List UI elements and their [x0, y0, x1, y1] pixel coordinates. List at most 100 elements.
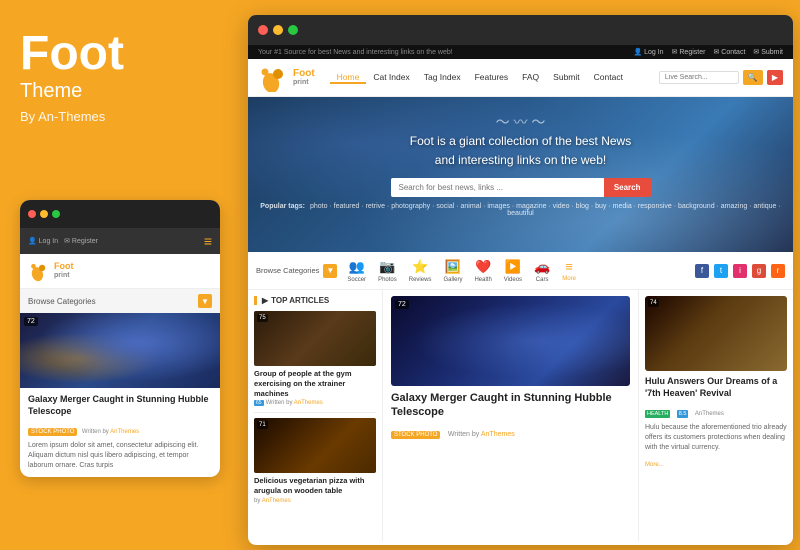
right-tag-author: AnThemes [695, 411, 724, 417]
mobile-nav-links: 👤 Log In ✉ Register [28, 237, 98, 245]
browse-categories: Browse Categories ▼ [256, 264, 337, 278]
mobile-register-link[interactable]: ✉ Register [64, 237, 98, 245]
mobile-article-content: Galaxy Merger Caught in Stunning Hubble … [20, 388, 220, 477]
mobile-nav: 👤 Log In ✉ Register ≡ [20, 228, 220, 254]
nav-features[interactable]: Features [468, 72, 516, 84]
mobile-logo-text: Foot print [54, 262, 74, 280]
main-article-meta: STOCK PHOTO Written by AnThemes [391, 423, 630, 441]
hero-tags: Popular tags: photo · featured · retrive… [248, 203, 793, 217]
category-nav: Browse Categories ▼ 👥 Soccer 📷 Photos ⭐ … [248, 252, 793, 290]
mobile-score-badge: 72 [24, 317, 38, 326]
nav-logo-text: Foot print [293, 68, 315, 87]
desktop-preview: Your #1 Source for best News and interes… [248, 15, 793, 545]
hero-title: Foot is a giant collection of the best N… [248, 132, 793, 170]
main-article-title: Galaxy Merger Caught in Stunning Hubble … [391, 391, 630, 420]
nav-logo-icon [258, 64, 288, 92]
mobile-login-link[interactable]: 👤 Log In [28, 237, 58, 245]
nav-search-input[interactable] [659, 71, 739, 84]
mobile-article-author: Written by AnThemes [82, 429, 139, 435]
desktop-dot-yellow [273, 25, 283, 35]
mobile-article-image-bg [20, 313, 220, 388]
cat-more[interactable]: ≡ More [562, 259, 576, 283]
browse-categories-button[interactable]: ▼ [323, 264, 337, 278]
right-article-column: 74 Hulu Answers Our Dreams of a '7th Hea… [638, 290, 793, 541]
content-area: ▶ TOP ARTICLES 75 Group of people at the… [248, 290, 793, 541]
cat-reviews[interactable]: ⭐ Reviews [409, 259, 432, 283]
mobile-dot-yellow [40, 210, 48, 218]
top-articles-column: ▶ TOP ARTICLES 75 Group of people at the… [248, 290, 383, 541]
nav-contact[interactable]: Contact [587, 72, 630, 84]
top-article-1: 75 Group of people at the gym exercising… [254, 311, 376, 406]
nav-search-button[interactable]: 🔍 [743, 70, 763, 85]
top-article-2-meta: by AnThemes [254, 498, 376, 504]
main-article-image: 72 [391, 296, 630, 386]
article-divider [254, 412, 376, 413]
social-instagram[interactable]: i [733, 264, 747, 278]
nav-links: Home Cat Index Tag Index Features FAQ Su… [330, 72, 659, 84]
mobile-logo: Foot print [28, 260, 74, 282]
social-icons: f t i g r [695, 264, 785, 278]
top-article-1-image: 75 [254, 311, 376, 366]
cat-health[interactable]: ❤️ Health [474, 259, 491, 283]
hero-search: Search [391, 178, 651, 197]
hero-search-input[interactable] [391, 178, 604, 197]
main-article-tag: STOCK PHOTO [391, 431, 440, 439]
cat-soccer[interactable]: 👥 Soccer [347, 259, 366, 283]
hero-birds-decoration: 〜 〰 〜 [496, 112, 546, 132]
nav-rss-button[interactable]: ▶ [767, 70, 783, 85]
hero-section: 〜 〰 〜 Foot is a giant collection of the … [248, 97, 793, 252]
cat-gallery[interactable]: 🖼️ Gallery [443, 259, 462, 283]
main-article-score: 72 [395, 300, 409, 309]
mobile-article-image: 72 [20, 313, 220, 388]
site-header-links: 👤 Log In ✉ Register ✉ Contact ✉ Submit [633, 48, 783, 56]
mobile-browse-text: Browse Categories [28, 297, 96, 306]
left-panel: Foot Theme By An-Themes 👤 Log In ✉ Regis… [0, 0, 240, 550]
nav-cat-index[interactable]: Cat Index [366, 72, 416, 84]
mobile-browse-bar: Browse Categories ▼ [20, 289, 220, 313]
top-article-1-score: 75 [257, 314, 268, 322]
mobile-preview: 👤 Log In ✉ Register ≡ Foot print Browse … [20, 200, 220, 477]
contact-link[interactable]: ✉ Contact [713, 48, 745, 56]
right-article-more-link[interactable]: More... [645, 462, 664, 468]
browse-categories-label: Browse Categories [256, 266, 319, 275]
social-rss[interactable]: r [771, 264, 785, 278]
site-header: Your #1 Source for best News and interes… [248, 45, 793, 59]
social-google[interactable]: g [752, 264, 766, 278]
desktop-dot-green [288, 25, 298, 35]
hero-search-button[interactable]: Search [604, 178, 651, 197]
register-link[interactable]: ✉ Register [672, 48, 706, 56]
right-tag-score: 8.5 [677, 410, 689, 418]
right-article-image: 74 [645, 296, 787, 371]
category-icons: 👥 Soccer 📷 Photos ⭐ Reviews 🖼️ Gallery ❤… [347, 259, 695, 283]
mobile-article-body: Lorem ipsum dolor sit amet, consectetur … [28, 441, 212, 470]
mobile-topbar [20, 200, 220, 228]
right-article-title: Hulu Answers Our Dreams of a '7th Heaven… [645, 376, 787, 399]
hamburger-icon[interactable]: ≡ [204, 233, 212, 249]
cat-videos[interactable]: ▶️ Videos [504, 259, 522, 283]
login-link[interactable]: 👤 Log In [633, 48, 663, 56]
cat-photos[interactable]: 📷 Photos [378, 259, 397, 283]
nav-tag-index[interactable]: Tag Index [417, 72, 468, 84]
top-article-2-score: 71 [257, 421, 268, 429]
submit-link[interactable]: ✉ Submit [753, 48, 783, 56]
mobile-dot-green [52, 210, 60, 218]
cat-cars[interactable]: 🚗 Cars [534, 259, 550, 283]
mobile-browse-button[interactable]: ▼ [198, 294, 212, 308]
nav-home[interactable]: Home [330, 72, 367, 84]
hero-content: Foot is a giant collection of the best N… [248, 132, 793, 217]
desktop-topbar [248, 15, 793, 45]
social-twitter[interactable]: t [714, 264, 728, 278]
main-article-author: Written by AnThemes [448, 431, 515, 438]
mobile-logo-icon [28, 260, 50, 282]
nav-faq[interactable]: FAQ [515, 72, 546, 84]
top-article-1-title: Group of people at the gym exercising on… [254, 369, 376, 398]
brand-title: Foot Theme By An-Themes [20, 30, 220, 124]
top-article-1-meta: 65 Written by AnThemes [254, 400, 376, 406]
right-tag-health: HEALTH [645, 410, 670, 418]
social-facebook[interactable]: f [695, 264, 709, 278]
right-article-score: 74 [648, 299, 659, 307]
right-article-tags: HEALTH 8.5 AnThemes [645, 402, 787, 420]
nav-submit[interactable]: Submit [546, 72, 586, 84]
mobile-dot-red [28, 210, 36, 218]
top-article-2-image: 71 [254, 418, 376, 473]
